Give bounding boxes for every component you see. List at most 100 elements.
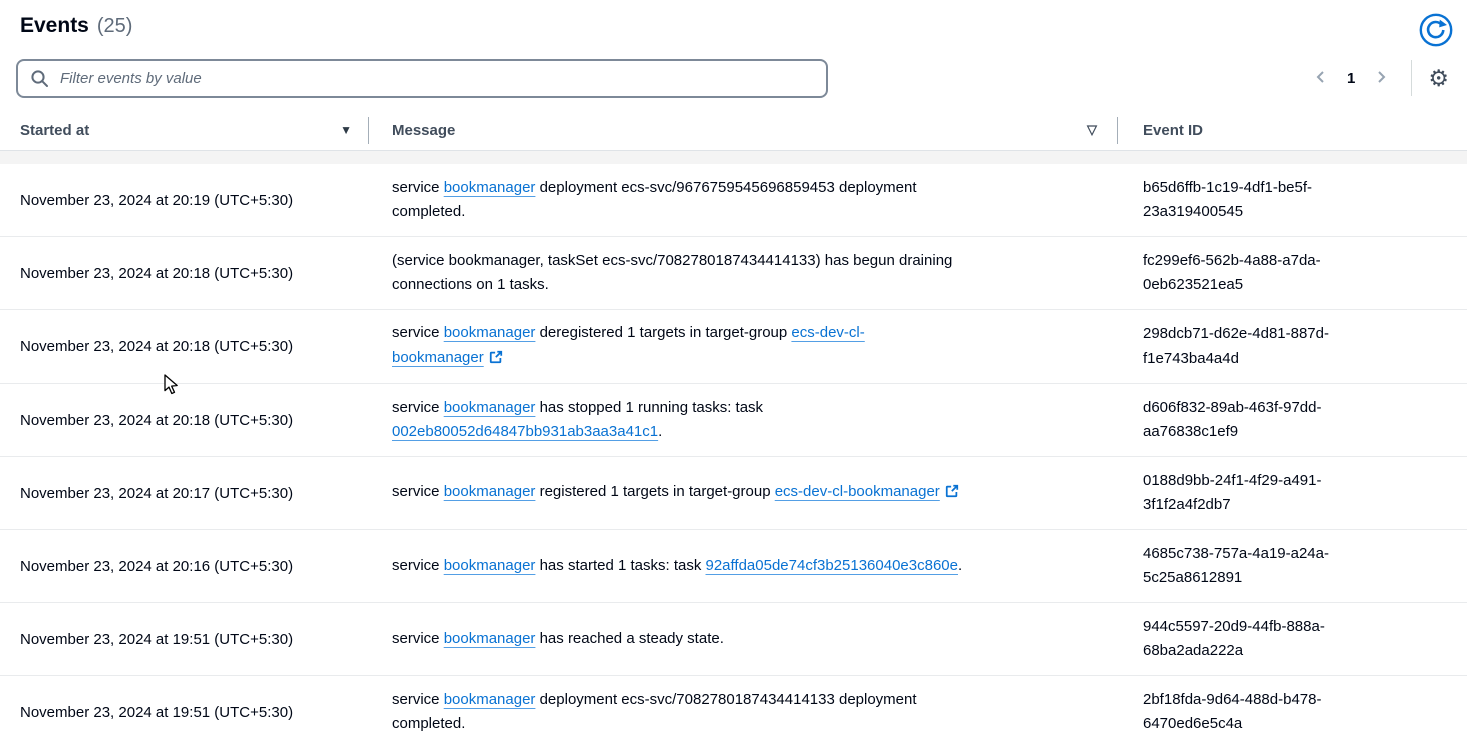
column-divider — [1117, 117, 1118, 144]
event-id-cell: 2bf18fda-9d64-488d-b478-6470ed6e5c4a — [1117, 688, 1467, 737]
sort-descending-icon[interactable]: ▼ — [340, 123, 352, 137]
started-at-cell: November 23, 2024 at 20:19 (UTC+5:30) — [0, 192, 368, 209]
sort-available-icon[interactable]: ▽ — [1087, 122, 1097, 138]
message-link[interactable]: 002eb80052d64847bb931ab3aa3a41c1 — [392, 423, 658, 440]
events-table: Started at ▼ Message ▽ Event ID November… — [0, 110, 1467, 743]
message-link[interactable]: bookmanager — [444, 630, 536, 647]
message-text-segment: service — [392, 324, 444, 341]
table-row: November 23, 2024 at 20:18 (UTC+5:30) ser… — [0, 310, 1467, 384]
message-text-segment: . — [958, 557, 962, 574]
settings-button[interactable]: ⚙ — [1422, 65, 1455, 92]
table-body: November 23, 2024 at 20:19 (UTC+5:30) ser… — [0, 164, 1467, 743]
toolbar: 1 ⚙ — [16, 58, 1455, 98]
next-page-button[interactable] — [1365, 65, 1397, 92]
message-text-segment: has started 1 tasks: task — [535, 557, 705, 574]
previous-page-button[interactable] — [1305, 65, 1337, 92]
column-header-started-at[interactable]: Started at ▼ — [0, 110, 368, 150]
event-id-cell: fc299ef6-562b-4a88-a7da-0eb623521ea5 — [1117, 249, 1467, 298]
filter-events-input[interactable] — [16, 59, 828, 98]
message-text: (service bookmanager, taskSet ecs-svc/70… — [392, 249, 1084, 298]
message-link[interactable]: bookmanager — [444, 399, 536, 416]
message-text: service bookmanager deployment ecs-svc/9… — [392, 176, 1084, 225]
column-label-message: Message — [392, 122, 455, 139]
message-text: service bookmanager has reached a steady… — [392, 627, 1084, 652]
message-text-segment: (service bookmanager, taskSet ecs-svc/70… — [392, 252, 952, 294]
started-at-cell: November 23, 2024 at 20:18 (UTC+5:30) — [0, 338, 368, 355]
event-id-value: 4685c738-757a-4a19-a24a-5c25a8612891 — [1143, 542, 1385, 591]
column-label-started-at: Started at — [20, 122, 89, 139]
pagination: 1 ⚙ — [1305, 60, 1455, 96]
table-header-row: Started at ▼ Message ▽ Event ID — [0, 110, 1467, 151]
started-at-cell: November 23, 2024 at 20:18 (UTC+5:30) — [0, 412, 368, 429]
table-row: November 23, 2024 at 20:17 (UTC+5:30) ser… — [0, 457, 1467, 530]
started-at-cell: November 23, 2024 at 19:51 (UTC+5:30) — [0, 704, 368, 721]
message-text: service bookmanager has stopped 1 runnin… — [392, 396, 1084, 445]
table-row: November 23, 2024 at 20:18 (UTC+5:30)(se… — [0, 237, 1467, 310]
message-link[interactable]: bookmanager — [444, 557, 536, 574]
refresh-icon — [1419, 35, 1453, 50]
message-cell: service bookmanager has started 1 tasks:… — [368, 543, 1117, 590]
message-cell: service bookmanager deployment ecs-svc/9… — [368, 165, 1117, 236]
event-id-cell: 298dcb71-d62e-4d81-887d-f1e743ba4a4d — [1117, 322, 1467, 371]
column-divider — [368, 117, 369, 144]
message-link[interactable]: ecs-dev-cl-bookmanager — [775, 483, 959, 500]
partially-scrolled-row — [0, 151, 1467, 164]
message-text-segment: service — [392, 483, 444, 500]
refresh-button[interactable] — [1419, 13, 1453, 47]
page-title-wrap: Events (25) — [20, 14, 1451, 38]
table-row: November 23, 2024 at 20:19 (UTC+5:30) ser… — [0, 164, 1467, 237]
table-row: November 23, 2024 at 19:51 (UTC+5:30) ser… — [0, 603, 1467, 676]
event-id-value: d606f832-89ab-463f-97dd-aa76838c1ef9 — [1143, 396, 1385, 445]
message-cell: service bookmanager registered 1 targets… — [368, 469, 1117, 518]
events-count-badge: (25) — [97, 15, 133, 38]
message-text: service bookmanager registered 1 targets… — [392, 480, 1084, 507]
message-text-segment: has reached a steady state. — [535, 630, 723, 647]
message-link[interactable]: bookmanager — [444, 324, 536, 341]
message-link[interactable]: 92affda05de74cf3b25136040e3c860e — [706, 557, 958, 574]
message-text-segment: service — [392, 557, 444, 574]
external-link-icon — [945, 482, 959, 507]
page-title: Events — [20, 14, 89, 38]
column-header-message[interactable]: Message ▽ — [368, 110, 1117, 150]
message-text-segment: service — [392, 691, 444, 708]
chevron-left-icon — [1313, 69, 1329, 88]
table-row: November 23, 2024 at 20:18 (UTC+5:30) ser… — [0, 384, 1467, 457]
started-at-cell: November 23, 2024 at 20:17 (UTC+5:30) — [0, 485, 368, 502]
event-id-value: b65d6ffb-1c19-4df1-be5f-23a319400545 — [1143, 176, 1385, 225]
message-link[interactable]: bookmanager — [444, 483, 536, 500]
message-cell: service bookmanager deployment ecs-svc/7… — [368, 677, 1117, 743]
external-link-icon — [489, 348, 503, 373]
event-id-value: 298dcb71-d62e-4d81-887d-f1e743ba4a4d — [1143, 322, 1385, 371]
message-text: service bookmanager deployment ecs-svc/7… — [392, 688, 1084, 737]
message-text-segment: . — [658, 423, 662, 440]
event-id-value: 0188d9bb-24f1-4f29-a491-3f1f2a4f2db7 — [1143, 469, 1385, 518]
message-text-segment: deregistered 1 targets in target-group — [535, 324, 791, 341]
table-row: November 23, 2024 at 19:51 (UTC+5:30) ser… — [0, 676, 1467, 743]
column-header-event-id[interactable]: Event ID — [1117, 110, 1467, 150]
message-cell: service bookmanager has stopped 1 runnin… — [368, 385, 1117, 456]
chevron-right-icon — [1373, 69, 1389, 88]
message-link[interactable]: bookmanager — [444, 179, 536, 196]
message-cell: service bookmanager deregistered 1 targe… — [368, 310, 1117, 383]
message-text-segment: service — [392, 179, 444, 196]
message-cell: (service bookmanager, taskSet ecs-svc/70… — [368, 238, 1117, 309]
started-at-cell: November 23, 2024 at 19:51 (UTC+5:30) — [0, 631, 368, 648]
table-row: November 23, 2024 at 20:16 (UTC+5:30) ser… — [0, 530, 1467, 603]
event-id-cell: 4685c738-757a-4a19-a24a-5c25a8612891 — [1117, 542, 1467, 591]
event-id-cell: d606f832-89ab-463f-97dd-aa76838c1ef9 — [1117, 396, 1467, 445]
event-id-value: fc299ef6-562b-4a88-a7da-0eb623521ea5 — [1143, 249, 1385, 298]
started-at-cell: November 23, 2024 at 20:16 (UTC+5:30) — [0, 558, 368, 575]
event-id-cell: 944c5597-20d9-44fb-888a-68ba2ada222a — [1117, 615, 1467, 664]
message-text: service bookmanager has started 1 tasks:… — [392, 554, 1084, 579]
gear-icon: ⚙ — [1428, 65, 1449, 91]
message-text: service bookmanager deregistered 1 targe… — [392, 321, 1084, 372]
message-link[interactable]: bookmanager — [444, 691, 536, 708]
message-text-segment: has stopped 1 running tasks: task — [535, 399, 763, 416]
message-cell: service bookmanager has reached a steady… — [368, 616, 1117, 663]
search-icon — [30, 69, 49, 93]
message-text-segment: registered 1 targets in target-group — [535, 483, 774, 500]
toolbar-divider — [1411, 60, 1412, 96]
event-id-cell: b65d6ffb-1c19-4df1-be5f-23a319400545 — [1117, 176, 1467, 225]
message-text-segment: service — [392, 399, 444, 416]
column-label-event-id: Event ID — [1143, 122, 1203, 139]
